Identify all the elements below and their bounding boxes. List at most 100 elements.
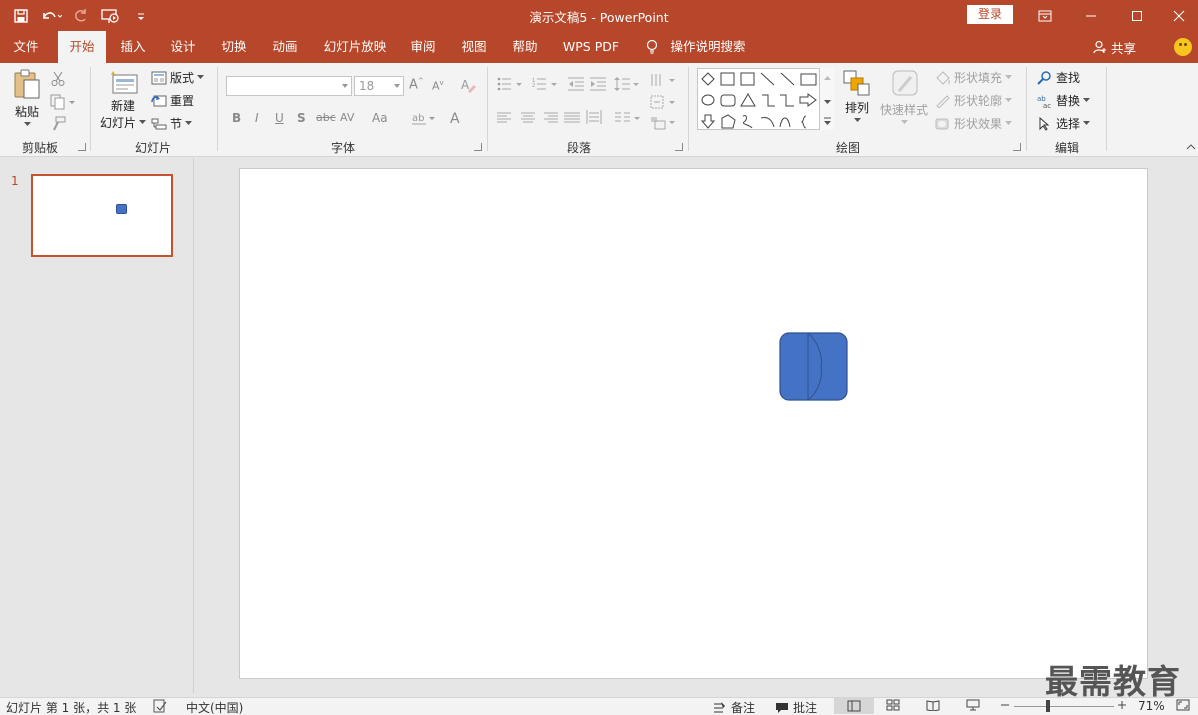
- new-slide-button[interactable]: 新建 幻灯片: [100, 69, 147, 131]
- decrease-font-size-icon[interactable]: Av: [432, 79, 444, 93]
- convert-to-smartart-icon[interactable]: [650, 115, 676, 134]
- tab-slideshow[interactable]: 幻灯片放映: [317, 31, 393, 63]
- tell-me-search[interactable]: 操作说明搜索: [666, 31, 750, 63]
- character-spacing-icon[interactable]: AV: [340, 111, 354, 124]
- slide-shape[interactable]: [779, 332, 849, 402]
- shape-outline-button[interactable]: 形状轮廓: [935, 92, 1013, 109]
- paste-button[interactable]: 粘贴: [12, 69, 42, 127]
- shape-effects-label: 形状效果: [954, 117, 1003, 131]
- clear-formatting-icon[interactable]: A: [460, 77, 476, 96]
- tab-insert[interactable]: 插入: [112, 31, 154, 63]
- tab-home[interactable]: 开始: [58, 31, 106, 63]
- text-direction-icon[interactable]: [650, 73, 676, 92]
- change-case-icon[interactable]: Aa: [372, 111, 388, 125]
- clipboard-group-label: 剪贴板: [21, 141, 58, 155]
- arrange-button[interactable]: 排列: [843, 69, 871, 123]
- shape-elbow-connector: [762, 94, 775, 107]
- align-left-icon[interactable]: [497, 112, 513, 127]
- increase-font-size-icon[interactable]: A^: [409, 77, 424, 92]
- person-icon: [1093, 40, 1106, 54]
- increase-indent-icon[interactable]: [590, 77, 606, 94]
- feedback-smiley-icon[interactable]: [1174, 38, 1192, 56]
- tab-wps-pdf[interactable]: WPS PDF: [556, 31, 626, 63]
- share-button[interactable]: 共享: [1093, 31, 1136, 63]
- redo-icon[interactable]: [68, 5, 94, 27]
- zoom-out-icon[interactable]: [1000, 699, 1010, 711]
- slide-sorter-view-icon[interactable]: [886, 699, 900, 711]
- slide-thumbnail[interactable]: [31, 174, 173, 257]
- copy-icon[interactable]: [50, 94, 76, 110]
- collapse-ribbon-icon[interactable]: [1186, 143, 1196, 150]
- ribbon-tabs: 文件 开始 插入 设计 切换 动画 幻灯片放映 审阅 视图 帮助 WPS PDF…: [0, 31, 1198, 63]
- decrease-indent-icon[interactable]: [568, 77, 584, 94]
- normal-view-icon[interactable]: [834, 698, 874, 714]
- bullets-icon[interactable]: [497, 77, 523, 94]
- justify-icon[interactable]: [564, 112, 580, 127]
- text-shadow-icon[interactable]: S: [297, 111, 306, 125]
- tab-view[interactable]: 视图: [453, 31, 495, 63]
- replace-button[interactable]: ab ac 替换: [1037, 92, 1091, 109]
- strikethrough-icon[interactable]: abc: [316, 111, 336, 124]
- layout-button[interactable]: 版式: [151, 69, 205, 86]
- distributed-icon[interactable]: [586, 110, 602, 127]
- maximize-icon[interactable]: [1114, 0, 1160, 31]
- bold-icon[interactable]: B: [232, 111, 241, 125]
- quick-styles-button[interactable]: 快速样式: [880, 69, 928, 125]
- paragraph-launcher-icon[interactable]: [675, 143, 683, 151]
- pen-icon: [936, 94, 950, 108]
- save-icon[interactable]: [8, 5, 34, 27]
- font-launcher-icon[interactable]: [474, 143, 482, 151]
- tab-design[interactable]: 设计: [162, 31, 204, 63]
- slide-canvas[interactable]: [239, 168, 1148, 679]
- minimize-icon[interactable]: [1068, 0, 1114, 31]
- tab-review[interactable]: 审阅: [402, 31, 444, 63]
- close-icon[interactable]: [1156, 0, 1198, 31]
- shape-fill-button[interactable]: 形状填充: [935, 69, 1013, 86]
- section-button[interactable]: 节: [151, 115, 193, 132]
- svg-text:2: 2: [532, 83, 535, 89]
- underline-icon[interactable]: U: [275, 111, 284, 125]
- slideshow-view-icon[interactable]: [966, 699, 980, 711]
- customize-qat-icon[interactable]: [128, 5, 154, 27]
- find-button[interactable]: 查找: [1037, 69, 1080, 86]
- ribbon-display-options-icon[interactable]: [1022, 0, 1068, 31]
- numbering-icon[interactable]: 12: [532, 77, 558, 94]
- start-from-beginning-icon[interactable]: [98, 5, 124, 27]
- shapes-gallery-scroll[interactable]: [819, 68, 834, 130]
- tab-animations[interactable]: 动画: [264, 31, 306, 63]
- tab-transitions[interactable]: 切换: [213, 31, 255, 63]
- align-right-icon[interactable]: [542, 112, 558, 127]
- columns-icon[interactable]: [615, 112, 641, 127]
- find-label: 查找: [1056, 71, 1081, 85]
- font-name-combo[interactable]: [226, 76, 352, 96]
- undo-icon[interactable]: [38, 5, 64, 27]
- align-center-icon[interactable]: [520, 112, 536, 127]
- tab-help[interactable]: 帮助: [504, 31, 546, 63]
- tab-file[interactable]: 文件: [4, 31, 48, 63]
- italic-icon[interactable]: I: [255, 111, 259, 125]
- format-painter-icon[interactable]: [50, 116, 66, 132]
- shape-effects-button[interactable]: 形状效果: [935, 115, 1013, 132]
- zoom-slider-track[interactable]: [1014, 706, 1114, 707]
- spelling-check-icon[interactable]: [152, 699, 168, 713]
- select-button[interactable]: 选择: [1037, 115, 1091, 132]
- shape-right-arrow: [799, 93, 817, 107]
- notes-button[interactable]: 备注: [713, 699, 755, 715]
- reset-button[interactable]: 重置: [151, 92, 194, 109]
- shape-down-arrow: [700, 114, 716, 129]
- align-text-icon[interactable]: [650, 95, 676, 114]
- line-spacing-icon[interactable]: [614, 77, 640, 94]
- language-status[interactable]: 中文(中国): [186, 699, 243, 715]
- arrange-icon: [843, 70, 870, 96]
- comments-button[interactable]: 批注: [775, 699, 817, 715]
- slides-group-label: 幻灯片: [134, 141, 171, 155]
- clipboard-launcher-icon[interactable]: [78, 143, 86, 151]
- font-size-combo[interactable]: 18: [354, 76, 404, 96]
- font-color-icon[interactable]: A: [450, 111, 460, 127]
- drawing-launcher-icon[interactable]: [1013, 143, 1021, 151]
- vertical-scrollbar[interactable]: [1189, 158, 1198, 693]
- cut-icon[interactable]: [50, 71, 66, 87]
- reading-view-icon[interactable]: [926, 699, 940, 711]
- highlight-icon[interactable]: ab: [412, 111, 436, 128]
- login-button[interactable]: 登录: [967, 5, 1013, 24]
